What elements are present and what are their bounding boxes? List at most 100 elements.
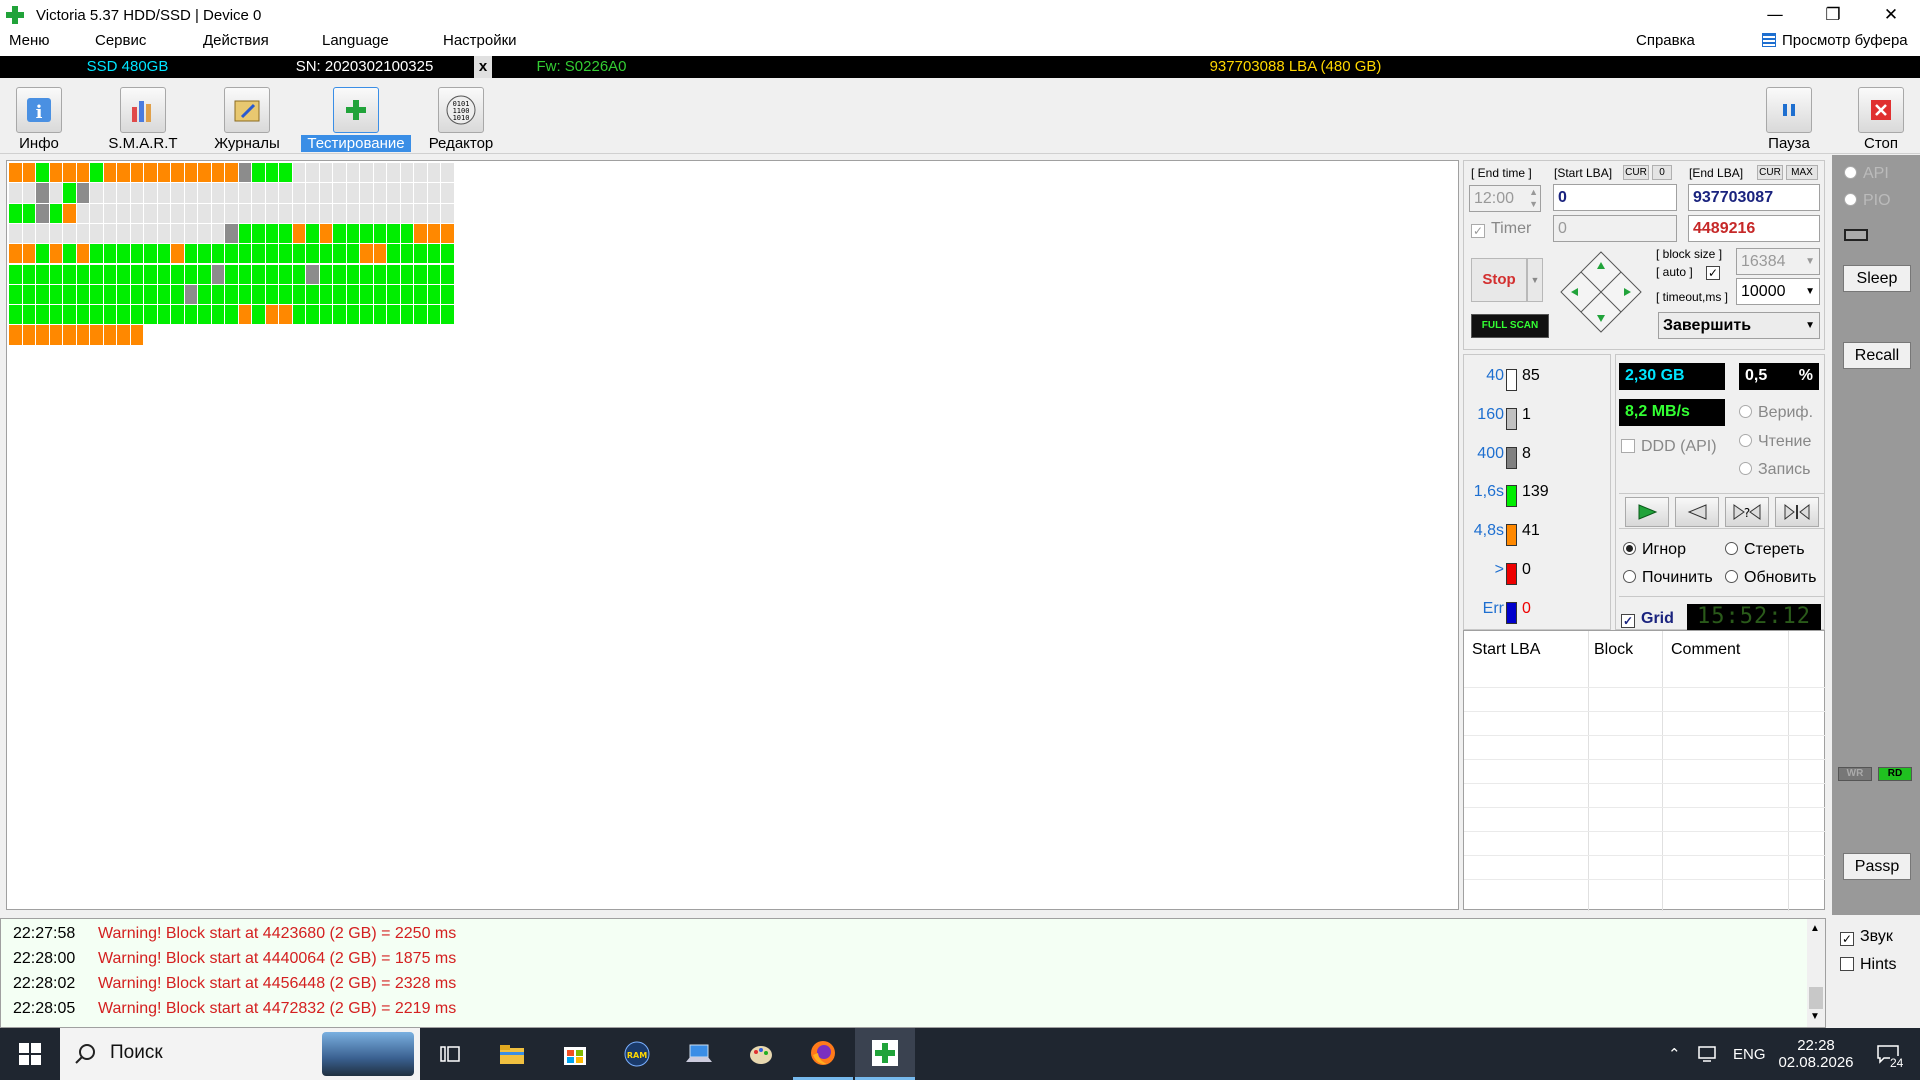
- scroll-down-icon[interactable]: ▼: [1810, 1011, 1820, 1022]
- api-radio[interactable]: API: [1844, 165, 1889, 183]
- device-model[interactable]: SSD 480GB: [0, 56, 255, 78]
- spin-arrows-icon[interactable]: ▲ ▼: [1529, 186, 1538, 210]
- grid-label: Grid: [1641, 610, 1674, 627]
- scan-block: [22, 203, 35, 223]
- ram-app-icon[interactable]: RAM: [607, 1028, 667, 1080]
- stop-dropdown-button[interactable]: ▼: [1527, 258, 1543, 302]
- scan-block: [414, 163, 427, 183]
- play-backward-button[interactable]: [1675, 497, 1719, 527]
- clipboard-view-label: Просмотр буфера: [1782, 32, 1908, 49]
- mode-verify-radio[interactable]: Вериф.: [1739, 404, 1813, 422]
- end-lba-cur-button[interactable]: CUR: [1757, 165, 1783, 180]
- action-refresh-radio[interactable]: Обновить: [1725, 569, 1816, 587]
- scan-block: [63, 305, 76, 325]
- timeout-field[interactable]: 10000 ▼: [1736, 278, 1820, 305]
- scan-block: [9, 264, 22, 284]
- timer-checkbox[interactable]: ✓ Timer: [1471, 220, 1531, 238]
- table-header-block[interactable]: Block: [1594, 641, 1633, 659]
- menu-item-service[interactable]: Сервис: [95, 32, 146, 49]
- menu-item-language[interactable]: Language: [322, 32, 389, 49]
- taskbar-search-box[interactable]: Поиск: [60, 1028, 420, 1080]
- scan-block: [387, 264, 400, 284]
- full-scan-indicator[interactable]: FULL SCAN: [1471, 314, 1549, 338]
- device-close-button[interactable]: x: [474, 56, 492, 78]
- end-time-field[interactable]: 12:00 ▲ ▼: [1469, 185, 1541, 212]
- menu-item-actions[interactable]: Действия: [203, 32, 269, 49]
- taskbar-clock[interactable]: 22:28 02.08.2026: [1776, 1028, 1856, 1080]
- menu-item-help[interactable]: Справка: [1636, 32, 1695, 49]
- language-indicator[interactable]: ENG: [1733, 1028, 1766, 1080]
- stop-icon: [1858, 87, 1904, 133]
- start-lba-zero-button[interactable]: 0: [1652, 165, 1672, 180]
- mode-read-radio[interactable]: Чтение: [1739, 433, 1811, 451]
- auto-block-checkbox[interactable]: ✓: [1706, 266, 1720, 280]
- tray-overflow-icon[interactable]: ⌃: [1668, 1028, 1681, 1080]
- direction-navigator[interactable]: [1559, 250, 1643, 334]
- firefox-icon[interactable]: [793, 1028, 853, 1080]
- scan-stop-button[interactable]: Stop: [1471, 258, 1527, 302]
- scan-block: [225, 183, 238, 203]
- play-forward-button[interactable]: [1625, 497, 1669, 527]
- task-view-icon[interactable]: [420, 1028, 480, 1080]
- grid-checkbox[interactable]: ✓ Grid: [1621, 610, 1674, 628]
- scan-block: [319, 183, 332, 203]
- scan-block: [252, 244, 265, 264]
- close-button[interactable]: ✕: [1862, 0, 1920, 30]
- tab-smart[interactable]: S.M.A.R.T: [100, 83, 186, 152]
- stop-button[interactable]: Стоп: [1854, 83, 1908, 152]
- scan-block: [400, 305, 413, 325]
- tab-testing[interactable]: Тестирование: [301, 83, 411, 152]
- start-button[interactable]: [0, 1028, 60, 1080]
- scroll-up-icon[interactable]: ▲: [1810, 923, 1820, 934]
- sound-checkbox[interactable]: ✓ Звук: [1840, 928, 1893, 946]
- mode-write-radio[interactable]: Запись: [1739, 461, 1811, 479]
- passport-button[interactable]: Passp: [1843, 853, 1911, 880]
- pio-radio[interactable]: PIO: [1844, 192, 1891, 210]
- menu-item-menu[interactable]: Меню: [9, 32, 50, 49]
- percent-sign: %: [1798, 367, 1813, 384]
- tab-logs[interactable]: Журналы: [206, 83, 288, 152]
- random-seek-button[interactable]: ?: [1725, 497, 1769, 527]
- laptop-app-icon[interactable]: [669, 1028, 729, 1080]
- start-lba-field[interactable]: 0: [1553, 184, 1677, 211]
- hints-checkbox[interactable]: Hints: [1840, 956, 1896, 974]
- action-repair-radio[interactable]: Починить: [1623, 569, 1713, 587]
- file-explorer-icon[interactable]: [482, 1028, 542, 1080]
- scan-block: [144, 223, 157, 244]
- scan-block: [171, 305, 184, 325]
- clipboard-view-button[interactable]: Просмотр буфера: [1762, 32, 1908, 49]
- notifications-button[interactable]: 24: [1868, 1028, 1908, 1080]
- paint-app-icon[interactable]: [731, 1028, 791, 1080]
- table-header-start-lba[interactable]: Start LBA: [1472, 641, 1540, 659]
- tab-editor[interactable]: 0101 1100 1010 Редактор: [421, 83, 501, 152]
- scan-block: [238, 264, 251, 284]
- store-icon[interactable]: [545, 1028, 605, 1080]
- search-highlight-image: [322, 1032, 414, 1076]
- end-lba-max-button[interactable]: MAX: [1786, 165, 1818, 180]
- victoria-taskbar-icon[interactable]: [855, 1028, 915, 1080]
- recall-button[interactable]: Recall: [1843, 342, 1911, 369]
- play-icon: [1638, 504, 1658, 520]
- butterfly-button[interactable]: [1775, 497, 1819, 527]
- scan-block: [130, 284, 143, 305]
- svg-text:RAM: RAM: [627, 1051, 647, 1060]
- network-icon[interactable]: [1698, 1028, 1718, 1080]
- start-lba-cur-button[interactable]: CUR: [1623, 165, 1649, 180]
- ddd-api-checkbox[interactable]: DDD (API): [1621, 438, 1717, 456]
- tab-info[interactable]: i Инфо: [6, 83, 72, 152]
- action-erase-radio[interactable]: Стереть: [1725, 541, 1805, 559]
- restore-button[interactable]: ❐: [1804, 0, 1862, 30]
- end-lba-field[interactable]: 937703087: [1688, 184, 1820, 211]
- minimize-button[interactable]: —: [1746, 0, 1804, 30]
- windows-logo-icon: [19, 1043, 41, 1065]
- finish-action-select[interactable]: Завершить ▼: [1658, 312, 1820, 339]
- menu-item-settings[interactable]: Настройки: [443, 32, 517, 49]
- scan-block: [400, 284, 413, 305]
- scroll-thumb[interactable]: [1809, 987, 1823, 1009]
- log-scrollbar[interactable]: ▲ ▼: [1807, 919, 1825, 1027]
- histogram-swatch: [1506, 369, 1517, 391]
- sleep-button[interactable]: Sleep: [1843, 265, 1911, 292]
- table-header-comment[interactable]: Comment: [1671, 641, 1740, 659]
- pause-button[interactable]: Пауза: [1762, 83, 1816, 152]
- action-ignore-radio[interactable]: Игнор: [1623, 541, 1686, 559]
